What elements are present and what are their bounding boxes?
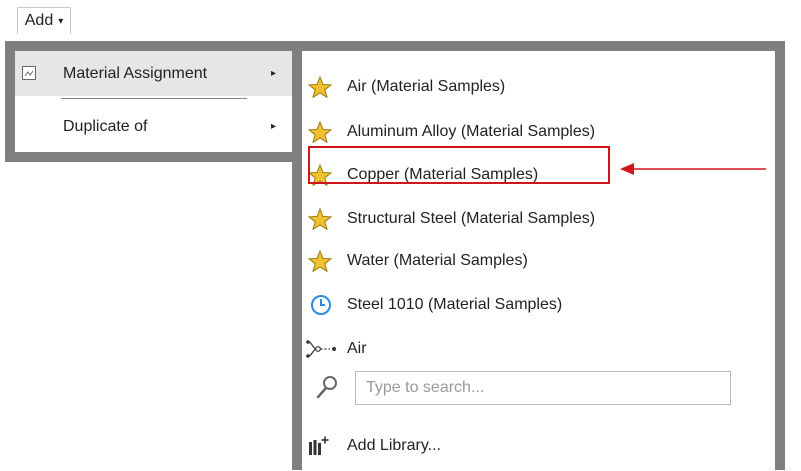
star-icon: [308, 250, 332, 272]
add-library-icon: [309, 436, 329, 455]
add-dropdown-button[interactable]: Add ▾: [17, 7, 71, 34]
chevron-right-icon: ▸: [270, 121, 276, 132]
link-item-label: Air: [347, 340, 367, 357]
star-icon: [308, 208, 332, 230]
star-icon: [308, 121, 332, 143]
material-label: Structural Steel (Material Samples): [347, 210, 596, 227]
menu-item-label: Duplicate of: [63, 117, 148, 135]
chevron-right-icon: ▸: [270, 68, 276, 79]
menu-item-material-assignment[interactable]: Material Assignment ▸: [15, 51, 294, 96]
material-search-input[interactable]: [355, 371, 731, 405]
copper-highlight-box: [308, 146, 610, 184]
clock-icon: [311, 295, 331, 315]
add-menu: Material Assignment ▸ Duplicate of ▸: [5, 41, 304, 162]
material-label: Aluminum Alloy (Material Samples): [347, 123, 596, 140]
star-icon: [308, 76, 332, 98]
link-nodes-icon: [306, 340, 336, 358]
menu-item-label: Material Assignment: [63, 64, 208, 82]
search-icon: [316, 376, 337, 399]
chevron-down-icon: ▾: [58, 15, 64, 27]
material-assignment-icon: [22, 65, 36, 80]
menu-divider: [61, 98, 247, 99]
material-label: Water (Material Samples): [347, 252, 528, 269]
material-label: Steel 1010 (Material Samples): [347, 296, 563, 313]
menu-item-duplicate-of[interactable]: Duplicate of ▸: [15, 104, 294, 149]
add-button-label: Add: [24, 12, 54, 29]
add-library-label: Add Library...: [347, 437, 441, 454]
red-arrow-callout: [620, 163, 766, 175]
material-label: Air (Material Samples): [347, 78, 506, 95]
material-submenu: Air (Material Samples) Aluminum Alloy (M…: [292, 41, 785, 470]
